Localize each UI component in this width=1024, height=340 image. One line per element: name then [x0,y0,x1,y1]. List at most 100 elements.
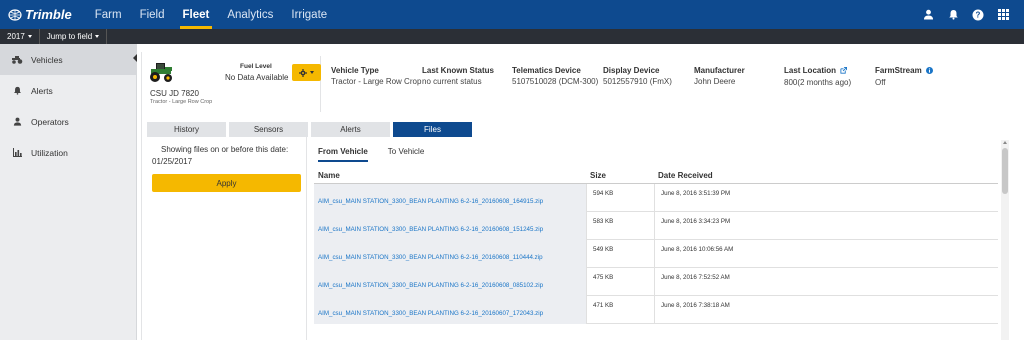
filter-date-input[interactable]: 01/25/2017 [152,157,192,166]
nav-analytics[interactable]: Analytics [218,0,282,29]
tab-sensors[interactable]: Sensors [229,122,308,137]
files-table-body: AIM_csu_MAIN STATION_3300_BEAN PLANTING … [314,184,998,324]
file-date-cell: June 8, 2016 7:52:52 AM [654,268,998,296]
tractor-image [148,61,174,88]
file-name-cell: AIM_csu_MAIN STATION_3300_BEAN PLANTING … [314,212,586,240]
tractor-icon [11,55,23,64]
files-panel: From Vehicle To Vehicle Name Size Date R… [314,137,1006,340]
table-row: AIM_csu_MAIN STATION_3300_BEAN PLANTING … [314,268,998,296]
info-label: Display Device [603,66,660,75]
info-label: Last Known Status [422,66,495,75]
sidebar-item-label: Utilization [31,147,68,158]
chevron-down-icon [95,35,100,38]
sidebar: Vehicles Alerts Operators Utilization [0,44,137,340]
scroll-up-icon[interactable] [1003,141,1007,144]
apps-grid-icon[interactable] [992,4,1014,26]
bell-icon[interactable] [942,4,964,26]
file-download-link[interactable]: AIM_csu_MAIN STATION_3300_BEAN PLANTING … [318,282,543,289]
tab-files[interactable]: Files [393,122,472,137]
main-nav: Farm Field Fleet Analytics Irrigate [86,0,336,29]
info-label: Telematics Device [512,66,581,75]
apply-button[interactable]: Apply [152,174,301,192]
info-manufacturer: Manufacturer John Deere [694,66,745,86]
file-download-link[interactable]: AIM_csu_MAIN STATION_3300_BEAN PLANTING … [318,226,543,233]
tab-history[interactable]: History [147,122,226,137]
external-link-icon[interactable] [840,67,848,76]
bell-icon [11,86,23,95]
file-date: June 8, 2016 3:34:23 PM [661,218,731,225]
vehicle-name: CSU JD 7820 [150,89,199,98]
user-icon [11,117,23,126]
file-size: 549 KB [593,246,614,253]
info-value: John Deere [694,77,736,86]
sidebar-item-label: Operators [31,116,69,127]
info-value: 5107510028 (DCM-300) [512,77,599,86]
file-download-link[interactable]: AIM_csu_MAIN STATION_3300_BEAN PLANTING … [318,198,543,205]
date-filter-panel: Showing files on or before this date: 01… [142,137,307,340]
file-date-cell: June 8, 2016 10:06:56 AM [654,240,998,268]
scrollbar-thumb[interactable] [1002,148,1008,194]
nav-fleet[interactable]: Fleet [174,0,219,29]
info-value: no current status [422,77,482,86]
sidebar-item-alerts[interactable]: Alerts [0,75,136,106]
files-scrollbar[interactable] [1001,140,1009,340]
detail-tabs: History Sensors Alerts Files [147,122,475,137]
vehicle-settings-button[interactable] [292,64,321,81]
nav-irrigate[interactable]: Irrigate [282,0,336,29]
fuel-level-value: No Data Available [225,73,289,82]
info-telematics-device: Telematics Device 5107510028 (DCM-300) [512,66,598,86]
sidebar-item-label: Vehicles [31,54,63,65]
file-date-cell: June 8, 2016 7:38:18 AM [654,296,998,324]
tab-from-vehicle[interactable]: From Vehicle [318,147,368,162]
info-icon[interactable] [925,67,933,76]
file-download-link[interactable]: AIM_csu_MAIN STATION_3300_BEAN PLANTING … [318,310,543,317]
user-icon[interactable] [917,4,939,26]
tab-alerts[interactable]: Alerts [311,122,390,137]
info-label: Vehicle Type [331,66,379,75]
file-size: 594 KB [593,190,614,197]
year-dropdown[interactable]: 2017 [0,29,40,44]
column-header-date-received[interactable]: Date Received [658,171,713,180]
collapse-sidebar-icon[interactable] [132,49,138,62]
file-date: June 8, 2016 10:06:56 AM [661,246,734,253]
trimble-logo[interactable]: Trimble [8,7,72,22]
tab-to-vehicle[interactable]: To Vehicle [388,147,424,162]
column-header-name[interactable]: Name [318,171,340,180]
brand-name: Trimble [25,7,72,22]
file-date: June 8, 2016 7:52:52 AM [661,274,730,281]
sidebar-item-utilization[interactable]: Utilization [0,137,136,168]
info-display-device: Display Device 5012557910 (FmX) [603,66,672,86]
vehicle-type-subtitle: Tractor - Large Row Crop [150,99,213,105]
chevron-down-icon [27,35,32,38]
file-size-cell: 549 KB [586,240,654,268]
chevron-down-icon [310,71,314,74]
top-icons: ? [914,0,1014,29]
bar-chart-icon [11,148,23,157]
file-date: June 8, 2016 3:51:39 PM [661,190,731,197]
nav-field[interactable]: Field [131,0,174,29]
table-row: AIM_csu_MAIN STATION_3300_BEAN PLANTING … [314,184,998,212]
file-name-cell: AIM_csu_MAIN STATION_3300_BEAN PLANTING … [314,184,586,212]
help-icon[interactable]: ? [967,4,989,26]
nav-farm[interactable]: Farm [86,0,131,29]
file-date-cell: June 8, 2016 3:34:23 PM [654,212,998,240]
year-value: 2017 [7,32,25,41]
column-header-size[interactable]: Size [590,171,606,180]
table-row: AIM_csu_MAIN STATION_3300_BEAN PLANTING … [314,212,998,240]
file-date: June 8, 2016 7:38:18 AM [661,302,730,309]
sidebar-item-vehicles[interactable]: Vehicles [0,44,136,75]
file-download-link[interactable]: AIM_csu_MAIN STATION_3300_BEAN PLANTING … [318,254,543,261]
file-name-cell: AIM_csu_MAIN STATION_3300_BEAN PLANTING … [314,240,586,268]
info-last-status: Last Known Status no current status [422,66,494,86]
sidebar-item-operators[interactable]: Operators [0,106,136,137]
files-table-header: Name Size Date Received [314,168,998,184]
info-label-row: FarmStream [875,66,933,76]
info-label-row: Last Location [784,66,851,76]
info-value: Off [875,78,886,87]
jump-to-field-dropdown[interactable]: Jump to field [40,29,108,44]
file-size: 471 KB [593,302,614,309]
file-size: 583 KB [593,218,614,225]
table-row: AIM_csu_MAIN STATION_3300_BEAN PLANTING … [314,240,998,268]
main-content: CSU JD 7820 Tractor - Large Row Crop Fue… [141,52,1021,340]
info-value: 800(2 months ago) [784,78,852,87]
